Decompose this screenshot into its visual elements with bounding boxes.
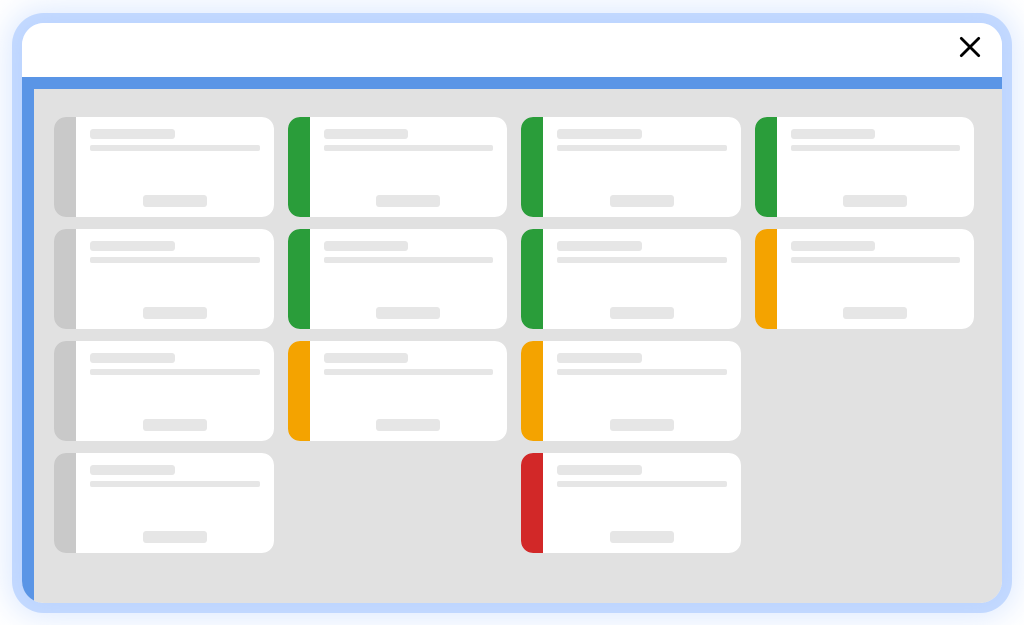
- card[interactable]: [288, 229, 508, 329]
- card-line-placeholder: [90, 369, 260, 375]
- titlebar: [22, 23, 1002, 77]
- card-title-placeholder: [324, 353, 409, 363]
- card-line-placeholder: [324, 145, 494, 151]
- card-line-placeholder: [557, 481, 727, 487]
- card-footer-placeholder: [143, 307, 207, 319]
- card-body: [310, 341, 508, 441]
- card-footer-placeholder: [610, 307, 674, 319]
- card-title-placeholder: [90, 465, 175, 475]
- card[interactable]: [755, 117, 975, 217]
- card-line-placeholder: [557, 369, 727, 375]
- card-footer-placeholder: [143, 531, 207, 543]
- card[interactable]: [54, 453, 274, 553]
- card-body: [76, 229, 274, 329]
- card-line-placeholder: [791, 257, 961, 263]
- card[interactable]: [521, 229, 741, 329]
- card-line-placeholder: [90, 257, 260, 263]
- card-body: [543, 117, 741, 217]
- card-title-placeholder: [791, 241, 876, 251]
- card-accent: [288, 117, 310, 217]
- card-line-placeholder: [791, 145, 961, 151]
- card[interactable]: [288, 341, 508, 441]
- card-title-placeholder: [90, 353, 175, 363]
- close-icon: [957, 34, 983, 65]
- card-accent: [54, 229, 76, 329]
- card-board: [54, 117, 974, 575]
- card-title-placeholder: [557, 353, 642, 363]
- card-body: [310, 117, 508, 217]
- card-accent: [54, 341, 76, 441]
- card-footer-placeholder: [610, 195, 674, 207]
- card-accent: [54, 453, 76, 553]
- content-area: [22, 77, 1002, 603]
- card-title-placeholder: [324, 129, 409, 139]
- card-title-placeholder: [557, 241, 642, 251]
- card-accent: [288, 229, 310, 329]
- card-body: [777, 229, 975, 329]
- card-line-placeholder: [90, 481, 260, 487]
- card-footer-placeholder: [143, 195, 207, 207]
- card-body: [310, 229, 508, 329]
- card-title-placeholder: [324, 241, 409, 251]
- card-accent: [755, 117, 777, 217]
- card-footer-placeholder: [143, 419, 207, 431]
- card-accent: [54, 117, 76, 217]
- card[interactable]: [288, 117, 508, 217]
- card-body: [777, 117, 975, 217]
- card-line-placeholder: [557, 145, 727, 151]
- card-line-placeholder: [324, 369, 494, 375]
- card-footer-placeholder: [376, 307, 440, 319]
- card-line-placeholder: [324, 257, 494, 263]
- card[interactable]: [54, 341, 274, 441]
- card-title-placeholder: [90, 129, 175, 139]
- card-title-placeholder: [90, 241, 175, 251]
- card-body: [543, 341, 741, 441]
- card-accent: [521, 229, 543, 329]
- card[interactable]: [54, 117, 274, 217]
- window-frame: [22, 23, 1002, 603]
- card-footer-placeholder: [843, 307, 907, 319]
- card-footer-placeholder: [376, 195, 440, 207]
- card-title-placeholder: [557, 129, 642, 139]
- card-line-placeholder: [557, 257, 727, 263]
- card[interactable]: [521, 453, 741, 553]
- card-line-placeholder: [90, 145, 260, 151]
- card-title-placeholder: [557, 465, 642, 475]
- card-accent: [521, 117, 543, 217]
- card-body: [543, 453, 741, 553]
- card-body: [76, 453, 274, 553]
- card-body: [543, 229, 741, 329]
- card[interactable]: [54, 229, 274, 329]
- card-footer-placeholder: [610, 531, 674, 543]
- card[interactable]: [521, 341, 741, 441]
- card-accent: [288, 341, 310, 441]
- card-title-placeholder: [791, 129, 876, 139]
- close-button[interactable]: [956, 36, 984, 64]
- card-accent: [521, 341, 543, 441]
- card-accent: [521, 453, 543, 553]
- card-accent: [755, 229, 777, 329]
- card-body: [76, 117, 274, 217]
- card[interactable]: [521, 117, 741, 217]
- card-footer-placeholder: [843, 195, 907, 207]
- card-body: [76, 341, 274, 441]
- card-footer-placeholder: [610, 419, 674, 431]
- card-footer-placeholder: [376, 419, 440, 431]
- card[interactable]: [755, 229, 975, 329]
